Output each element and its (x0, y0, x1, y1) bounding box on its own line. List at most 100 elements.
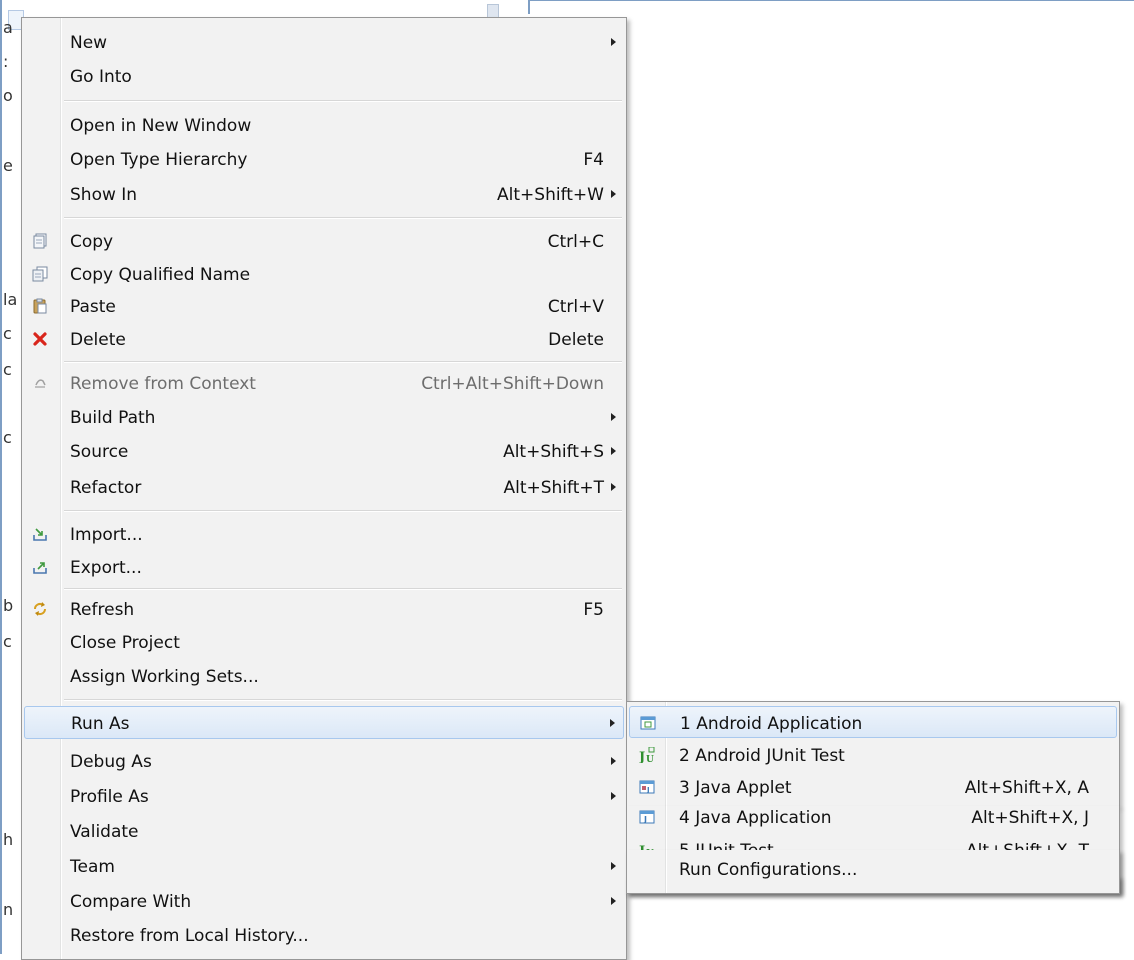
background-text-fragment: a (3, 18, 13, 37)
submenu-arrow-icon (610, 719, 615, 727)
refresh-icon (34, 602, 46, 616)
menu-item-validate[interactable]: Validate (24, 815, 624, 848)
submenu-arrow-icon (611, 862, 616, 870)
menu-item-label: Paste (70, 297, 116, 317)
submenu-arrow-icon (611, 792, 616, 800)
svg-text:U: U (646, 755, 654, 763)
submenu-arrow-icon (611, 897, 616, 905)
menu-separator (64, 510, 622, 512)
menu-item-go-into[interactable]: Go Into (24, 60, 624, 93)
menu-item-shortcut: Alt+Shift+S (503, 442, 604, 462)
run-as-submenu-bottom: Run Configurations... (626, 850, 1120, 894)
menu-item-export[interactable]: Export... (24, 551, 624, 584)
menu-item-label: New (70, 33, 108, 53)
menu-item-shortcut: Alt+Shift+W (497, 185, 604, 205)
svg-text:J: J (639, 750, 645, 763)
menu-item-run-as[interactable]: Run As (24, 706, 624, 739)
menu-item-label: Profile As (70, 787, 149, 807)
menu-item-shortcut: F5 (583, 600, 604, 620)
submenu-arrow-icon (611, 38, 616, 46)
run-as-submenu: 1 Android Application J U 2 Android JUni… (626, 701, 1120, 807)
background-text-fragment: : (3, 52, 9, 71)
menu-item-label: Show In (70, 185, 138, 205)
background-text-fragment: c (3, 324, 12, 343)
view-divider (528, 0, 530, 14)
menu-separator (64, 699, 622, 701)
menu-item-shortcut: F4 (583, 150, 604, 170)
menu-item-refresh[interactable]: Refresh F5 (24, 593, 624, 626)
background-text-fragment: c (3, 428, 12, 447)
submenu-item-run-configurations[interactable]: Run Configurations... (629, 853, 1117, 885)
menu-separator (64, 588, 622, 590)
menu-item-copy-qualified-name[interactable]: Copy Qualified Name (24, 258, 624, 291)
background-text-fragment: o (3, 86, 13, 105)
copy-qualified-name-icon (32, 266, 48, 282)
menu-separator (64, 217, 622, 219)
menu-item-shortcut: Ctrl+V (547, 297, 604, 317)
menu-item-compare-with[interactable]: Compare With (24, 885, 624, 918)
menu-item-import[interactable]: Import... (24, 518, 624, 551)
menu-item-close-project[interactable]: Close Project (24, 626, 624, 659)
menu-separator (64, 100, 622, 102)
java-applet-icon: J (639, 780, 655, 794)
editor-top-border (530, 0, 1134, 1)
menu-item-label: Copy Qualified Name (70, 265, 251, 285)
menu-item-label: Restore from Local History... (70, 926, 309, 946)
menu-item-label: Compare With (70, 892, 192, 912)
menu-item-label: Go Into (70, 67, 132, 87)
submenu-arrow-icon (611, 190, 616, 198)
menu-item-restore-from-local-history[interactable]: Restore from Local History... (24, 919, 624, 952)
menu-item-label: Open in New Window (70, 116, 252, 136)
menu-item-copy[interactable]: Copy Ctrl+C (24, 225, 624, 258)
background-text-fragment: la (3, 290, 18, 309)
submenu-arrow-icon (611, 413, 616, 421)
menu-item-assign-working-sets[interactable]: Assign Working Sets... (24, 660, 624, 693)
submenu-arrow-icon (611, 483, 616, 491)
menu-item-source[interactable]: Source Alt+Shift+S (24, 435, 624, 468)
import-icon (33, 528, 47, 541)
menu-item-debug-as[interactable]: Debug As (24, 745, 624, 778)
submenu-item-label: 4 Java Application (679, 808, 832, 828)
remove-from-context-icon (35, 379, 46, 388)
menu-item-build-path[interactable]: Build Path (24, 401, 624, 434)
submenu-item-android-application[interactable]: 1 Android Application (629, 706, 1117, 738)
submenu-item-android-junit-test[interactable]: J U 2 Android JUnit Test (629, 739, 1117, 771)
menu-item-open-in-new-window[interactable]: Open in New Window (24, 109, 624, 142)
menu-item-shortcut: Alt+Shift+T (503, 478, 604, 498)
menu-item-open-type-hierarchy[interactable]: Open Type Hierarchy F4 (24, 143, 624, 176)
menu-item-paste[interactable]: Paste Ctrl+V (24, 290, 624, 323)
menu-item-shortcut: Ctrl+Alt+Shift+Down (421, 374, 604, 394)
submenu-item-label: 3 Java Applet (679, 778, 792, 798)
background-text-fragment: h (3, 830, 14, 849)
submenu-item-java-application[interactable]: J 4 Java Application Alt+Shift+X, J (629, 801, 1117, 833)
android-junit-icon: J U (639, 747, 655, 763)
menu-item-profile-as[interactable]: Profile As (24, 780, 624, 813)
svg-text:J: J (643, 815, 647, 824)
copy-icon (33, 233, 47, 249)
menu-item-label: Copy (70, 232, 114, 252)
menu-item-delete[interactable]: Delete Delete (24, 323, 624, 356)
paste-icon (33, 298, 47, 314)
menu-item-label: Remove from Context (70, 374, 256, 394)
menu-item-new[interactable]: New (24, 26, 624, 59)
menu-item-label: Run As (71, 714, 130, 734)
menu-item-label: Refresh (70, 600, 135, 620)
menu-item-label: Close Project (70, 633, 180, 653)
menu-item-show-in[interactable]: Show In Alt+Shift+W (24, 178, 624, 211)
background-text-fragment: b (3, 596, 14, 615)
menu-item-label: Export... (70, 558, 142, 578)
android-application-icon (640, 716, 656, 730)
submenu-arrow-icon (611, 447, 616, 455)
submenu-item-java-applet[interactable]: J 3 Java Applet Alt+Shift+X, A (629, 771, 1117, 803)
menu-item-refactor[interactable]: Refactor Alt+Shift+T (24, 471, 624, 504)
submenu-item-shortcut: Alt+Shift+X, A (964, 778, 1089, 798)
submenu-arrow-icon (611, 757, 616, 765)
workbench-left-border (0, 0, 2, 954)
svg-text:J: J (646, 786, 650, 794)
menu-item-shortcut: Ctrl+C (547, 232, 604, 252)
background-text-fragment: c (3, 632, 12, 651)
menu-item-label: Build Path (70, 408, 156, 428)
menu-item-remove-from-context[interactable]: Remove from Context Ctrl+Alt+Shift+Down (24, 367, 624, 400)
menu-item-team[interactable]: Team (24, 850, 624, 883)
submenu-item-label: 2 Android JUnit Test (679, 746, 845, 766)
